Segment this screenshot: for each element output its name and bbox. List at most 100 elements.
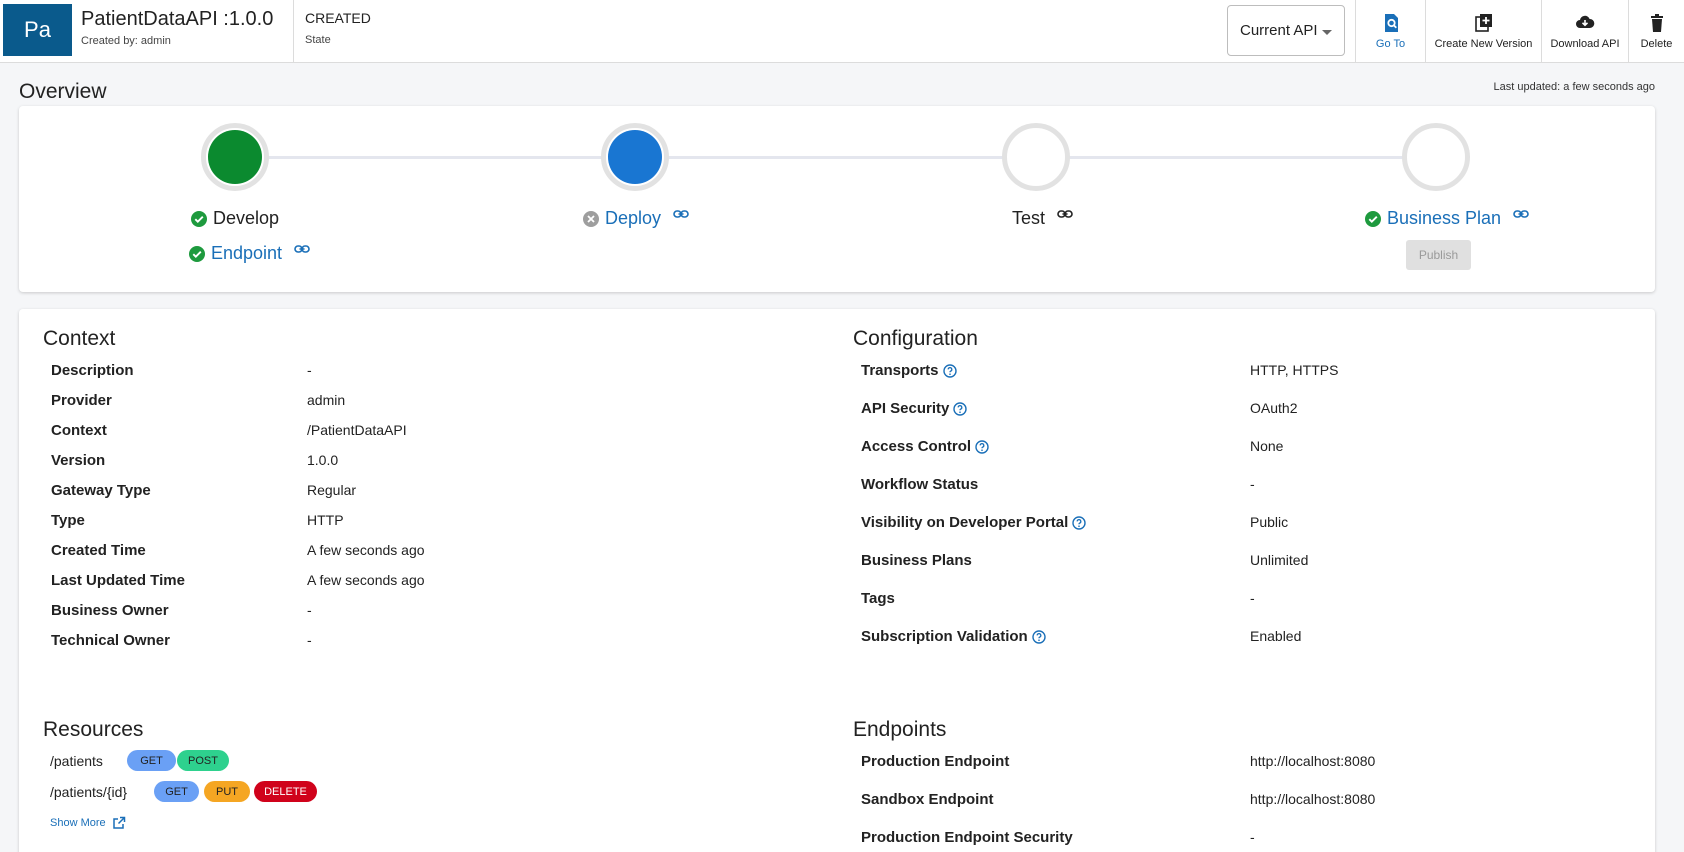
context-value: HTTP [307,512,344,528]
context-key: Type [51,512,85,529]
business-plan-node [1402,123,1470,191]
method-post-badge: POST [177,750,229,771]
config-key: API Security [861,400,968,417]
details-card [19,309,1655,852]
configuration-title: Configuration [853,327,978,350]
config-value: OAuth2 [1250,400,1298,416]
link-icon [1513,209,1529,218]
develop-label: Develop [213,208,280,228]
config-key: Access Control [861,438,989,455]
link-icon [673,209,689,218]
trash-icon [1650,14,1663,32]
config-key-label: Subscription Validation [861,628,1028,645]
top-bar: Pa PatientDataAPI :1.0.0 Created by: adm… [0,0,1684,63]
context-key: Provider [51,392,112,409]
help-icon[interactable] [1072,515,1086,530]
context-key: Description [51,362,134,379]
api-avatar: Pa [3,4,72,56]
config-value: - [1250,476,1255,492]
context-key: Technical Owner [51,632,170,649]
method-put-badge: PUT [204,781,250,802]
check-circle-icon [191,210,207,227]
version-select-value: Current API [1240,22,1318,39]
endpoints-title: Endpoints [853,718,947,741]
context-value: Regular [307,482,357,498]
overview-title: Overview [19,80,107,103]
config-key-label: Workflow Status [861,476,979,493]
deploy-node [601,123,669,191]
goto-button[interactable]: Go To [1356,0,1425,63]
endpoint-key: Sandbox Endpoint [861,791,994,808]
create-new-version-button[interactable]: Create New Version [1426,0,1541,63]
download-api-label: Download API [1550,38,1620,50]
test-label: Test [1012,208,1046,228]
config-key-label: Transports [861,362,939,379]
search-document-icon [1384,14,1398,32]
resources-title: Resources [43,718,144,741]
endpoint-value: http://localhost:8080 [1250,791,1376,807]
last-updated: Last updated: a few seconds ago [1493,81,1655,93]
help-icon[interactable] [975,439,989,454]
show-more-label: Show More [50,817,106,829]
chevron-down-icon [1322,30,1332,35]
created-by: Created by: admin [81,35,171,47]
config-key-label: Visibility on Developer Portal [861,514,1069,531]
context-value: admin [307,392,346,408]
develop-step: Develop [191,208,279,229]
context-value: - [307,632,312,648]
download-api-button[interactable]: Download API [1542,0,1628,63]
config-key: Workflow Status [861,476,978,493]
endpoint-key: Production Endpoint Security [861,829,1073,846]
progress-line [235,156,1455,159]
deploy-step[interactable]: Deploy [583,208,689,229]
open-in-new-icon [112,816,125,829]
method-delete-badge: DELETE [254,781,317,802]
test-node [1002,123,1070,191]
context-value: A few seconds ago [307,572,425,588]
context-value: 1.0.0 [307,452,339,468]
config-key: Business Plans [861,552,972,569]
delete-button[interactable]: Delete [1629,0,1684,63]
test-step[interactable]: Test [1012,208,1073,229]
delete-label: Delete [1640,38,1673,50]
config-key-label: Business Plans [861,552,972,569]
config-value: - [1250,590,1255,606]
version-select[interactable]: Current API [1227,5,1345,56]
context-title: Context [43,327,116,350]
resource-path: /patients [50,753,103,769]
deploy-label: Deploy [605,208,662,228]
cancel-circle-icon [583,210,599,227]
endpoint-key: Production Endpoint [861,753,1010,770]
context-key: Last Updated Time [51,572,185,589]
business-plan-label: Business Plan [1387,208,1502,228]
context-key: Created Time [51,542,146,559]
goto-label: Go To [1375,38,1406,50]
create-new-version-label: Create New Version [1434,38,1533,50]
publish-button[interactable]: Publish [1406,240,1471,270]
config-value: Enabled [1250,628,1302,644]
business-plan-step[interactable]: Business Plan [1365,208,1529,229]
link-icon [1057,209,1073,218]
endpoint-label: Endpoint [211,243,283,263]
help-icon[interactable] [1031,629,1046,644]
state-value: CREATED [305,10,371,26]
divider [293,0,294,63]
config-key-label: Access Control [861,438,972,455]
context-key: Context [51,422,107,439]
develop-node [201,123,269,191]
help-icon[interactable] [953,401,968,416]
endpoint-step[interactable]: Endpoint [189,243,310,264]
check-circle-icon [189,245,205,262]
api-name: PatientDataAPI :1.0.0 [81,8,274,30]
show-more-link[interactable]: Show More [50,816,126,830]
add-box-icon [1474,14,1492,32]
config-key: Transports [861,362,957,379]
help-icon[interactable] [942,363,957,378]
config-value: HTTP, HTTPS [1250,362,1339,378]
method-get-badge: GET [127,750,176,771]
check-circle-icon [1365,210,1381,227]
context-key: Gateway Type [51,482,151,499]
context-value: - [307,602,312,618]
resource-path: /patients/{id} [50,784,128,800]
config-key: Subscription Validation [861,628,1046,645]
